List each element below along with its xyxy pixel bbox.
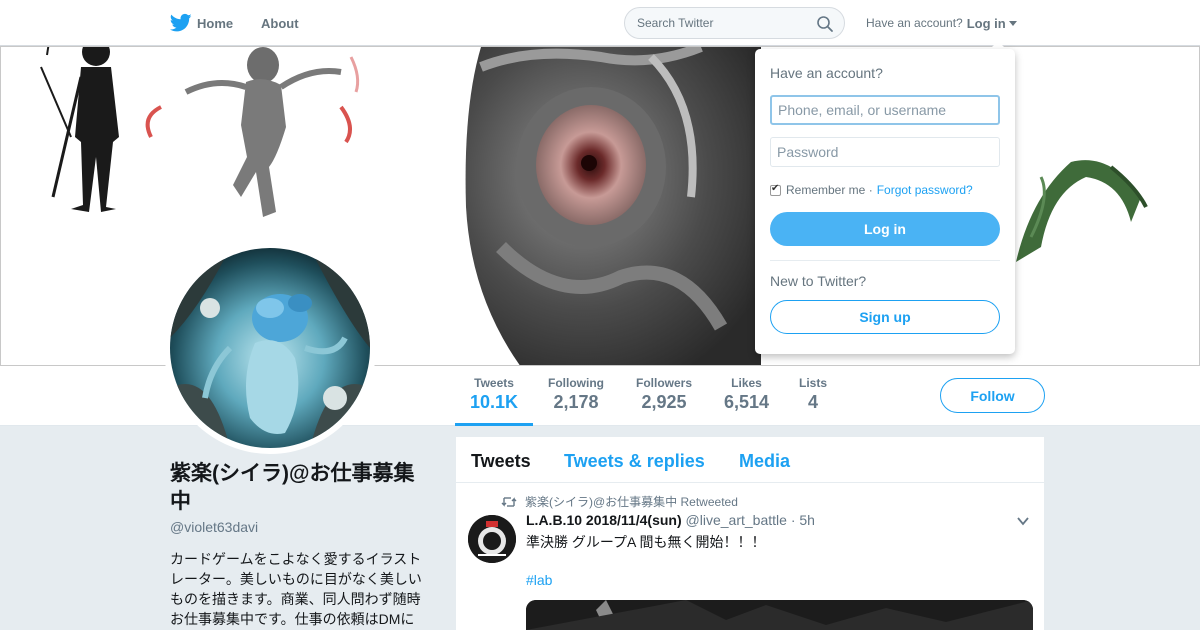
login-dropdown: Have an account? Remember me · Forgot pa… — [755, 49, 1015, 354]
stat-label: Lists — [799, 376, 828, 390]
timeline-tabs: Tweets Tweets & replies Media — [456, 437, 1044, 483]
tab-tweets-replies[interactable]: Tweets & replies — [564, 451, 705, 472]
timeline: Tweets Tweets & replies Media 紫楽(シイラ)@お仕… — [456, 437, 1044, 630]
remember-me-checkbox[interactable] — [770, 183, 781, 196]
stat-value: 6,514 — [724, 392, 770, 412]
login-dropdown-title: Have an account? — [770, 65, 883, 81]
tweet-avatar[interactable] — [468, 515, 516, 563]
stat-label: Likes — [731, 376, 762, 390]
nav-home-link[interactable]: Home — [197, 0, 233, 46]
stat-label: Tweets — [474, 376, 514, 390]
remember-me-label: Remember me · — [786, 183, 873, 197]
new-to-twitter-text: New to Twitter? — [770, 273, 867, 289]
tweet-header: L.A.B.10 2018/11/4(sun) @live_art_battle… — [526, 512, 815, 528]
stat-following[interactable]: Following 2,178 — [548, 376, 604, 413]
remember-me-row: Remember me · Forgot password? — [770, 183, 973, 197]
twitter-bird-icon[interactable] — [170, 13, 192, 33]
tweet-text: 準決勝 グループA 間も無く開始！！！ — [526, 534, 766, 550]
stat-value: 2,178 — [553, 392, 599, 412]
tweet-avatar-artwork — [468, 515, 516, 563]
stat-value: 2,925 — [641, 392, 687, 412]
username-input[interactable] — [770, 95, 1000, 125]
stat-lists[interactable]: Lists 4 — [799, 376, 827, 413]
login-link[interactable]: Log in — [967, 16, 1006, 31]
caret-down-icon — [1008, 20, 1017, 26]
bio-text: カードゲームをこよなく愛するイラストレーター。美しいものに目がなく美しいものを描… — [170, 551, 422, 627]
stat-label: Followers — [636, 376, 693, 390]
divider — [770, 260, 1000, 261]
tab-media[interactable]: Media — [739, 451, 790, 472]
tweet-hashtag[interactable]: #lab — [526, 572, 552, 588]
stat-value: 10.1K — [470, 392, 519, 412]
retweet-context: 紫楽(シイラ)@お仕事募集中 Retweeted — [501, 493, 738, 510]
top-nav: Home About Search Twitter Have an accoun… — [0, 0, 1200, 46]
avatar-artwork — [170, 248, 370, 448]
password-input[interactable] — [770, 137, 1000, 167]
forgot-password-link[interactable]: Forgot password? — [877, 183, 973, 197]
chevron-down-icon[interactable] — [1016, 514, 1030, 528]
tweet-author-handle[interactable]: @live_art_battle — [686, 512, 787, 528]
retweet-icon — [501, 496, 517, 507]
tweet[interactable]: 紫楽(シイラ)@お仕事募集中 Retweeted L.A.B.10 2018/1… — [456, 484, 1044, 630]
avatar[interactable] — [164, 242, 376, 454]
login-button[interactable]: Log in — [770, 212, 1000, 246]
search-placeholder: Search Twitter — [637, 16, 714, 30]
stat-label: Following — [548, 376, 604, 390]
stat-tweets[interactable]: Tweets 10.1K — [470, 376, 518, 413]
follow-button[interactable]: Follow — [940, 378, 1045, 413]
login-menu[interactable]: Have an account? Log in — [866, 0, 1017, 46]
tab-tweets[interactable]: Tweets — [471, 451, 531, 472]
retweet-context-text: 紫楽(シイラ)@お仕事募集中 Retweeted — [525, 495, 738, 509]
active-stat-underline — [455, 423, 533, 426]
display-name: 紫楽(シイラ)@お仕事募集中 — [170, 462, 415, 513]
have-account-text: Have an account? — [866, 16, 963, 30]
tweet-timestamp[interactable]: · 5h — [791, 512, 815, 528]
search-icon[interactable] — [816, 15, 834, 33]
tweet-media[interactable] — [526, 600, 1033, 630]
tweet-media-image — [526, 600, 1033, 630]
stat-value: 4 — [808, 392, 819, 412]
dropdown-caret — [990, 41, 1006, 49]
stat-likes[interactable]: Likes 6,514 — [724, 376, 769, 413]
stat-followers[interactable]: Followers 2,925 — [636, 376, 692, 413]
nav-about-link[interactable]: About — [261, 0, 299, 46]
search-input[interactable]: Search Twitter — [624, 7, 845, 39]
tweet-author-name[interactable]: L.A.B.10 2018/11/4(sun) — [526, 512, 682, 528]
signup-button[interactable]: Sign up — [770, 300, 1000, 334]
screen-name[interactable]: @violet63davi — [170, 519, 258, 535]
